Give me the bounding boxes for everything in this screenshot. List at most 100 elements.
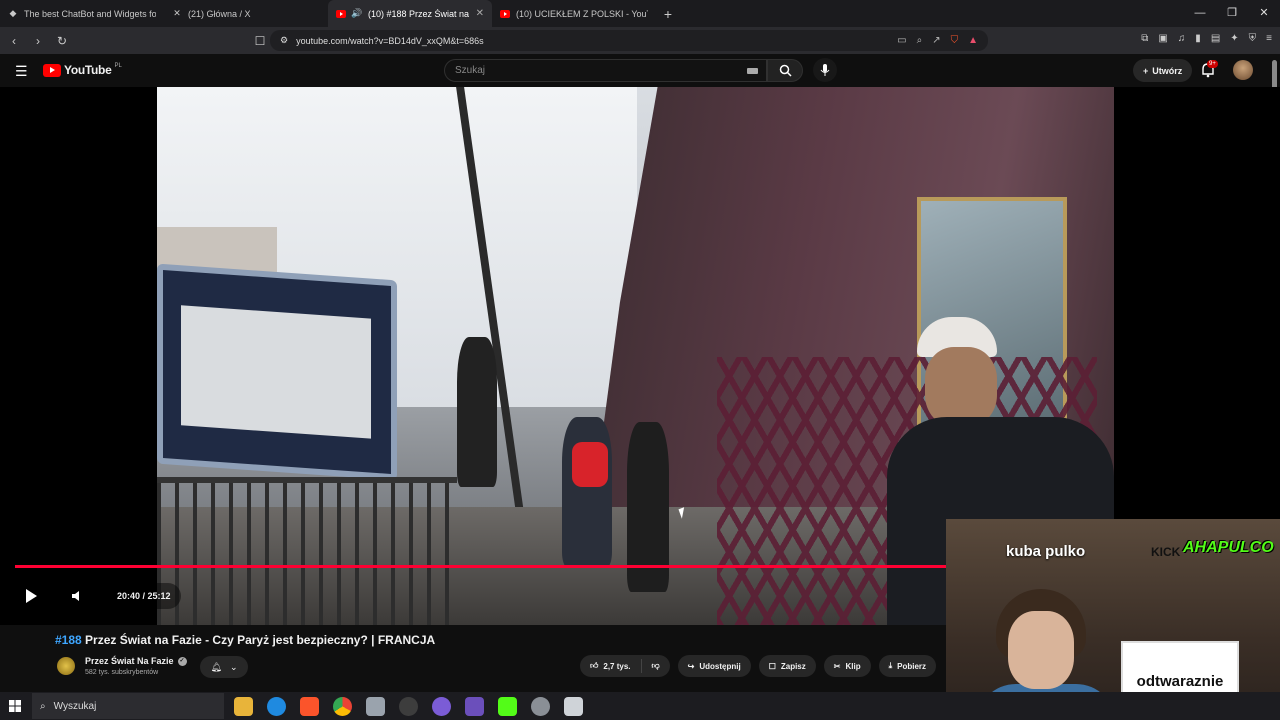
forward-icon[interactable]: › bbox=[28, 34, 48, 48]
close-window-icon[interactable]: ✕ bbox=[1248, 0, 1280, 27]
brave-shield-icon[interactable]: ⛉ bbox=[951, 35, 959, 46]
bookmark-icon[interactable]: ☐ bbox=[250, 34, 270, 48]
close-tab-icon[interactable]: ✕ bbox=[476, 8, 484, 19]
zoom-icon[interactable]: ⌕ bbox=[917, 35, 923, 46]
youtube-play-icon bbox=[43, 63, 61, 77]
share-arrow-icon: ↪ bbox=[687, 661, 695, 671]
dislike-button[interactable]: 👎︎ bbox=[642, 655, 670, 677]
youtube-icon bbox=[336, 9, 346, 19]
scissors-icon: ✂ bbox=[833, 661, 841, 671]
extension-toolbar: ⧉ ▣ ♫ ▮ ▤ ✦ ⛨ ≡ bbox=[1141, 33, 1272, 44]
browser-tab-bar: ◆ The best ChatBot and Widgets for Ki ✕ … bbox=[0, 0, 1280, 27]
x-logo-icon: ✕ bbox=[173, 8, 181, 18]
discord-icon[interactable] bbox=[465, 696, 484, 716]
kick-logo: KICK bbox=[1151, 545, 1181, 559]
music-icon[interactable]: ♫ bbox=[1178, 33, 1186, 44]
keyboard-icon[interactable] bbox=[747, 68, 758, 74]
video-title: #188 Przez Świat na Fazie - Czy Paryż je… bbox=[55, 633, 436, 647]
chevron-down-icon: ⌄ bbox=[229, 661, 238, 672]
like-dislike-group: 👍︎ 2,7 tys. 👎︎ bbox=[580, 655, 670, 677]
search-icon: ⌕ bbox=[40, 700, 46, 712]
site-settings-icon[interactable]: ⚙ bbox=[280, 35, 288, 46]
download-button[interactable]: ⤓ Pobierz bbox=[878, 655, 937, 677]
subscription-bell-button[interactable]: 🔔︎ ⌄ bbox=[200, 656, 248, 678]
windows-logo-icon bbox=[9, 700, 21, 712]
tab-chatbot[interactable]: ◆ The best ChatBot and Widgets for Ki bbox=[0, 0, 164, 27]
thumbs-down-icon: 👎︎ bbox=[651, 661, 660, 670]
search-icon bbox=[779, 64, 792, 77]
thumbs-up-icon: 👍︎ bbox=[590, 661, 599, 670]
metro-sign bbox=[157, 263, 397, 481]
youtube-logo[interactable]: YouTube PL bbox=[43, 63, 122, 77]
menu-icon[interactable]: ≡ bbox=[1266, 33, 1272, 44]
share-icon[interactable]: ↗ bbox=[932, 35, 940, 46]
video-actions: 👍︎ 2,7 tys. 👎︎ ↪ Udostępnij ☐ Zapisz ✂ Klip … bbox=[580, 655, 937, 677]
microphone-icon bbox=[820, 63, 830, 76]
speaker-icon[interactable]: 🔊 bbox=[351, 8, 362, 19]
steam-icon[interactable] bbox=[531, 696, 550, 716]
channel-avatar[interactable] bbox=[57, 657, 75, 675]
edge-icon[interactable] bbox=[267, 696, 286, 716]
sidebar-icon[interactable]: ▮ bbox=[1195, 33, 1201, 44]
play-icon bbox=[26, 589, 37, 603]
search-button[interactable] bbox=[767, 59, 803, 82]
time-display: 20:40 / 25:12 bbox=[107, 583, 181, 609]
reload-icon[interactable]: ↻ bbox=[52, 34, 72, 48]
tab-x[interactable]: ✕ (21) Główna / X bbox=[164, 0, 328, 27]
create-button[interactable]: + Utwórz bbox=[1133, 59, 1193, 82]
hamburger-menu-icon[interactable]: ☰ bbox=[15, 63, 28, 80]
back-icon[interactable]: ‹ bbox=[4, 34, 24, 48]
minimize-icon[interactable]: — bbox=[1184, 0, 1216, 27]
hashtag-link[interactable]: #188 bbox=[55, 633, 82, 647]
youtube-icon bbox=[500, 9, 510, 19]
taskbar-apps bbox=[234, 696, 583, 716]
search-input[interactable]: Szukaj bbox=[444, 59, 767, 82]
tab-youtube-2[interactable]: (10) UCIEKŁEM Z POLSKI - YouTube bbox=[492, 0, 656, 27]
save-button[interactable]: ☐ Zapisz bbox=[758, 655, 816, 677]
app-icon[interactable] bbox=[366, 696, 385, 716]
vpn-icon[interactable]: ⛨ bbox=[1249, 33, 1257, 44]
app-icon-2[interactable] bbox=[564, 696, 583, 716]
bookmark-save-icon: ☐ bbox=[768, 661, 776, 671]
brave-icon[interactable] bbox=[300, 696, 319, 716]
address-bar-row: ‹ › ↻ ☐ ⚙ youtube.com/watch?v=BD14dV_xxQ… bbox=[0, 27, 1280, 54]
share-button[interactable]: ↪ Udostępnij bbox=[677, 655, 751, 677]
brave-rewards-icon[interactable]: ▲ bbox=[968, 35, 978, 46]
extensions-icon[interactable]: ⧉ bbox=[1141, 33, 1148, 44]
channel-name[interactable]: Przez Świat Na Fazie ✓ bbox=[85, 656, 187, 666]
wallet-icon[interactable]: ▤ bbox=[1211, 33, 1220, 44]
cast-icon[interactable]: ▭ bbox=[897, 35, 906, 46]
restore-icon[interactable]: ❐ bbox=[1216, 0, 1248, 27]
volume-icon bbox=[72, 591, 79, 601]
bell-icon: 🔔︎ bbox=[210, 661, 222, 672]
new-tab-button[interactable]: + bbox=[656, 6, 680, 22]
avatar[interactable] bbox=[1233, 60, 1253, 80]
play-button[interactable] bbox=[15, 580, 47, 612]
windows-taskbar: ⌕ Wyszukaj bbox=[0, 692, 1280, 720]
subscriber-count: 582 tys. subskrybentów bbox=[85, 669, 159, 676]
taskbar-search[interactable]: ⌕ Wyszukaj bbox=[32, 693, 224, 719]
youtube-header: ☰ YouTube PL Szukaj + Utwórz 9+ bbox=[0, 54, 1280, 87]
tab-youtube-active[interactable]: 🔊 (10) #188 Przez Świat na Fazi ✕ bbox=[328, 0, 492, 27]
kick-channel-name: AHAPULCO bbox=[1183, 539, 1274, 556]
volume-button[interactable] bbox=[61, 580, 93, 612]
screenshot-icon[interactable]: ▣ bbox=[1158, 33, 1167, 44]
start-button[interactable] bbox=[0, 700, 30, 712]
file-explorer-icon[interactable] bbox=[234, 696, 253, 716]
window-controls: — ❐ ✕ bbox=[1184, 0, 1280, 27]
verified-icon: ✓ bbox=[177, 656, 187, 666]
chatbot-icon: ◆ bbox=[9, 8, 17, 18]
obs-icon[interactable] bbox=[399, 696, 418, 716]
ai-icon[interactable]: ✦ bbox=[1230, 33, 1238, 44]
chat-app-icon[interactable] bbox=[432, 696, 451, 716]
clip-button[interactable]: ✂ Klip bbox=[823, 655, 871, 677]
url-field[interactable]: ⚙ youtube.com/watch?v=BD14dV_xxQM&t=686s… bbox=[270, 30, 988, 51]
kick-app-icon[interactable] bbox=[498, 696, 517, 716]
like-button[interactable]: 👍︎ 2,7 tys. bbox=[580, 655, 641, 677]
plus-icon: + bbox=[1143, 65, 1149, 76]
streamer-name: kuba pulko bbox=[1006, 543, 1086, 560]
chrome-icon[interactable] bbox=[333, 696, 352, 716]
progress-fill bbox=[15, 565, 1040, 568]
streamer-webcam-overlay: kuba pulko KICK AHAPULCO odtwaraznie bbox=[946, 519, 1280, 720]
voice-search-button[interactable] bbox=[813, 58, 837, 82]
